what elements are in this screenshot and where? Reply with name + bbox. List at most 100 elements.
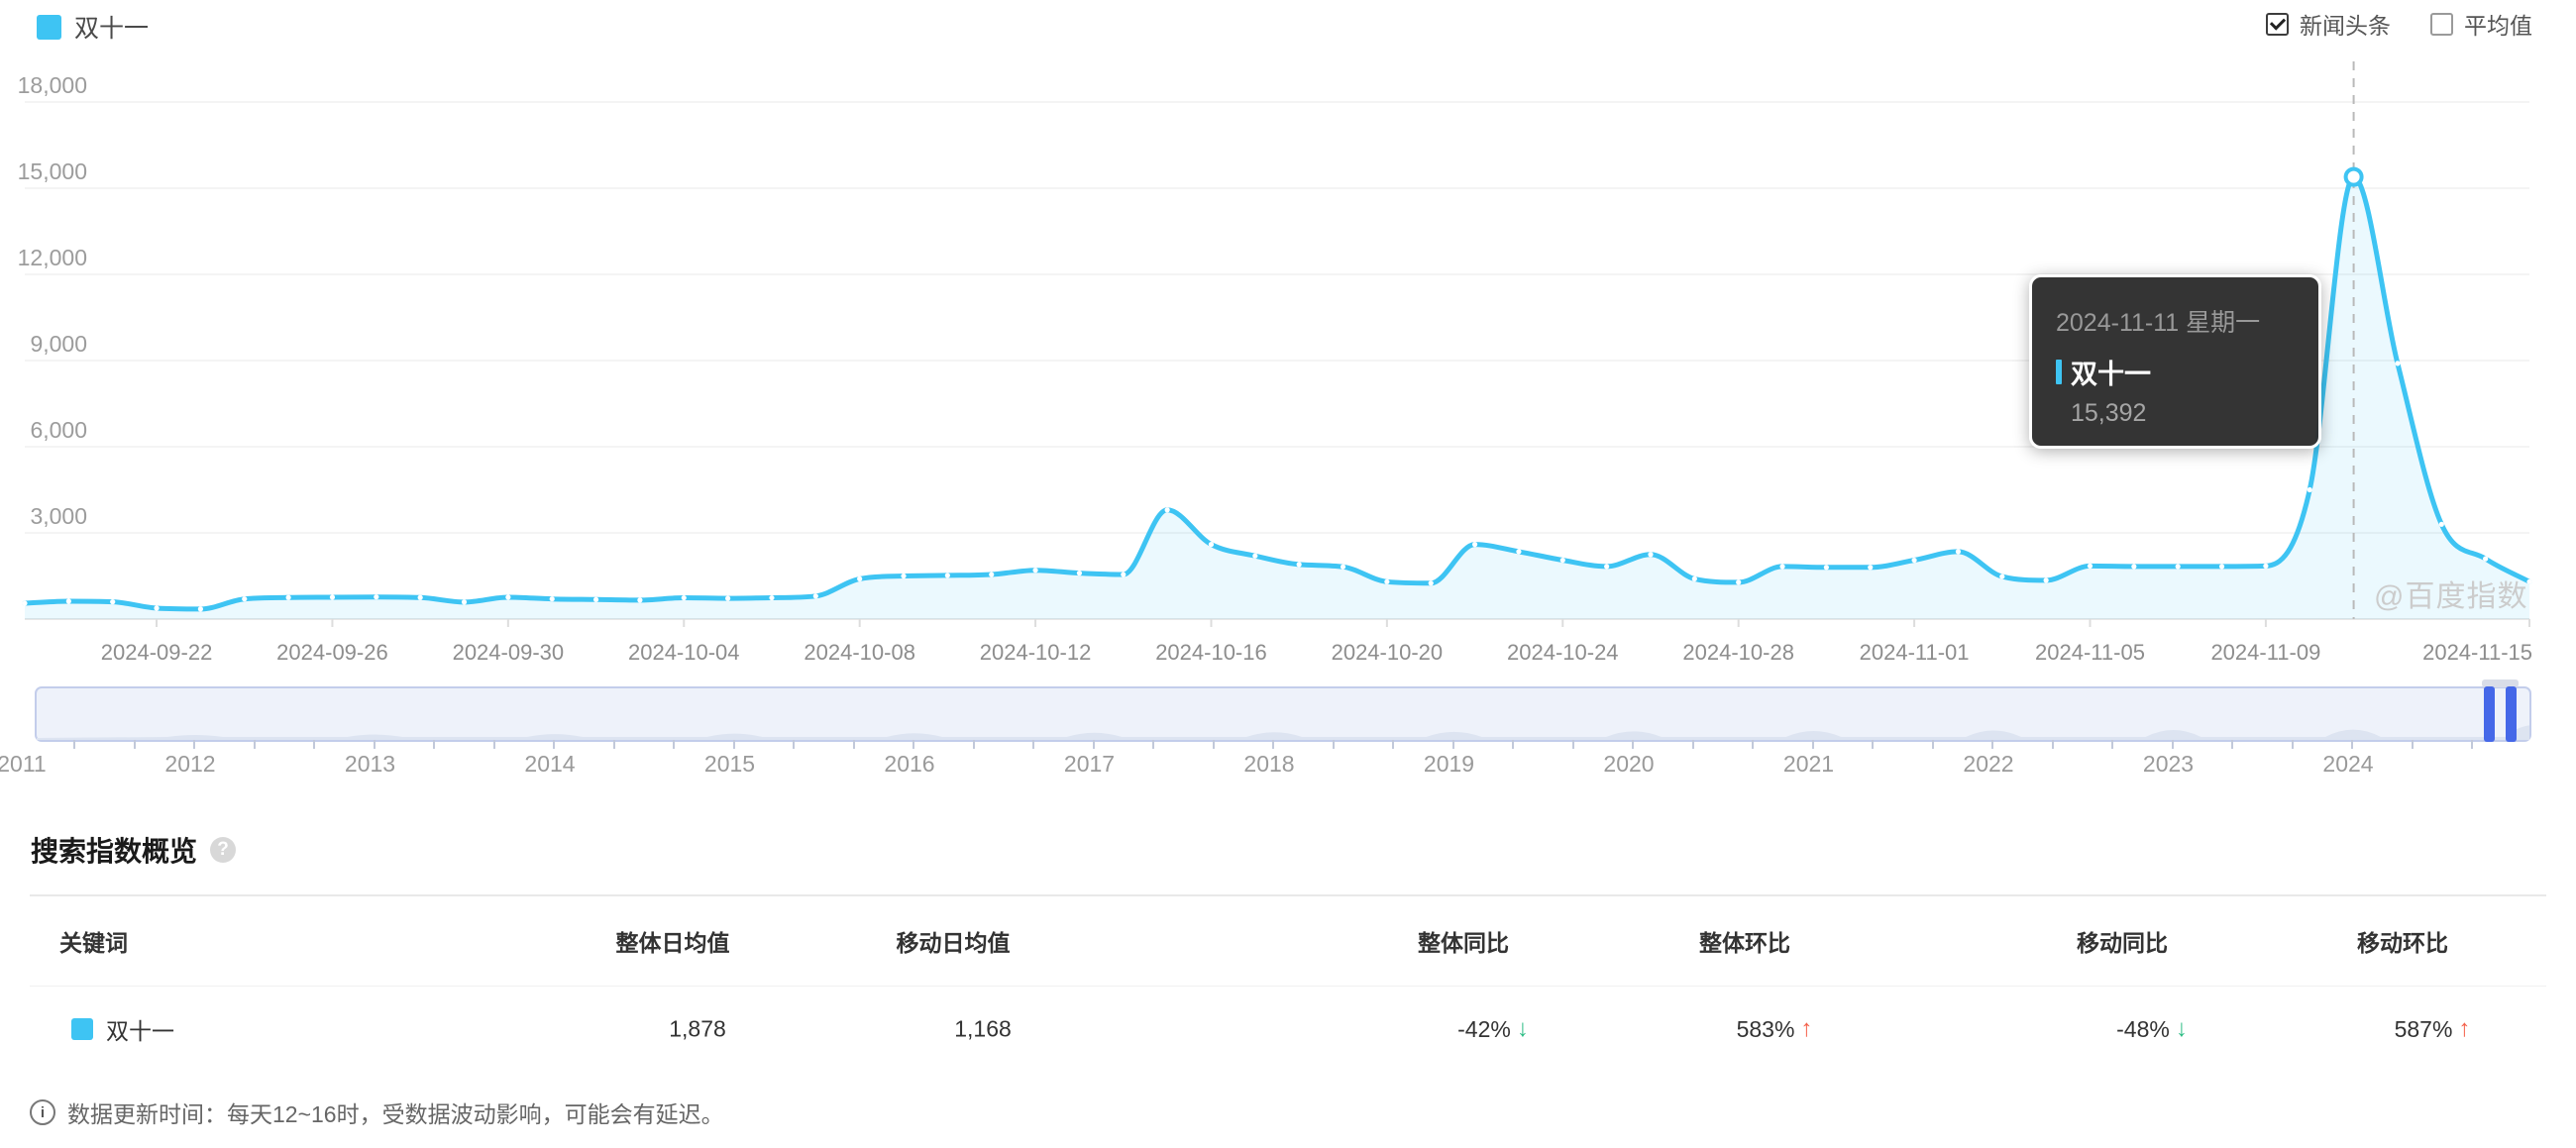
- y-axis-label: 3,000: [30, 503, 87, 529]
- slider-handle-right[interactable]: [2506, 686, 2517, 742]
- tooltip-date: 2024-11-11 星期一: [2056, 309, 2261, 337]
- x-axis-label: 2024-10-28: [1682, 640, 1794, 665]
- data-point: [1559, 557, 1565, 564]
- data-point: [549, 596, 555, 602]
- x-axis-label: 2024-11-15: [2422, 640, 2532, 665]
- data-point: [197, 606, 204, 612]
- year-label: 2024: [2322, 751, 2374, 777]
- data-point: [1823, 565, 1829, 571]
- data-point: [2263, 563, 2269, 569]
- col-keyword: 关键词: [59, 930, 128, 956]
- note-text: 数据更新时间：每天12~16时，受数据波动影响，可能会有延迟。: [67, 1101, 724, 1127]
- data-point: [1121, 572, 1127, 577]
- data-point: [812, 593, 818, 599]
- table-row[interactable]: 双十一 1,878 1,168 -42% ↓ 583% ↑ -48% ↓ 587% ↑: [30, 987, 2546, 1072]
- data-point: [285, 594, 291, 600]
- data-point: [2087, 563, 2093, 569]
- year-label: 2015: [703, 751, 756, 777]
- data-point: [1868, 565, 1874, 571]
- slider-year-axis: 2011 2012 2013 2014 2015 2016 2017 2018 2019 2020…: [0, 751, 2576, 781]
- year-label: 2023: [2142, 751, 2195, 777]
- data-point: [1384, 578, 1390, 584]
- help-icon[interactable]: ?: [210, 837, 237, 863]
- keyword-swatch: [71, 1018, 93, 1040]
- data-point: [592, 596, 599, 602]
- overall-daily-avg-value: 1,878: [669, 1015, 726, 1042]
- data-point: [2043, 577, 2049, 583]
- data-point: [1516, 549, 1522, 555]
- data-point: [681, 594, 687, 601]
- year-label: 2016: [884, 751, 935, 777]
- datazoom-slider[interactable]: [35, 679, 2531, 749]
- data-point: [1779, 564, 1785, 570]
- col-mobile-mom: 移动环比: [2357, 930, 2448, 956]
- data-point: [901, 573, 907, 579]
- col-overall-daily-avg: 整体日均值: [615, 930, 730, 956]
- data-point: [769, 594, 775, 601]
- x-axis-label: 2024-10-08: [804, 640, 915, 665]
- data-point: [2483, 556, 2489, 562]
- data-point: [1648, 552, 1654, 558]
- data-point: [1955, 549, 1962, 555]
- data-point: [1999, 574, 2005, 579]
- data-point: [1076, 571, 1083, 576]
- x-axis-label: 2024-09-22: [101, 640, 213, 665]
- data-point: [154, 605, 160, 611]
- x-axis-label: 2024-11-01: [1860, 640, 1970, 665]
- data-point: [1911, 557, 1917, 564]
- year-label: 2020: [1603, 751, 1655, 777]
- y-axis-label: 12,000: [18, 245, 87, 270]
- slider-data-shadow: [37, 725, 2529, 740]
- year-label: 2014: [524, 751, 576, 777]
- overview-table: 关键词 整体日均值 移动日均值 整体同比 整体环比 移动同比 移动环比 双十一 …: [30, 894, 2546, 1072]
- data-point: [989, 572, 995, 577]
- year-label: 2021: [1782, 751, 1835, 777]
- y-axis-label: 18,000: [18, 72, 87, 98]
- year-label: 2019: [1423, 751, 1475, 777]
- row-keyword: 双十一: [71, 1012, 174, 1046]
- overview-header: 搜索指数概览 ?: [31, 830, 237, 870]
- col-mobile-daily-avg: 移动日均值: [896, 930, 1011, 956]
- peak-marker[interactable]: [2343, 166, 2364, 187]
- data-point: [2175, 564, 2181, 570]
- data-point: [944, 573, 950, 578]
- data-point: [1296, 562, 1302, 568]
- table-header-row: 关键词 整体日均值 移动日均值 整体同比 整体环比 移动同比 移动环比: [30, 896, 2546, 986]
- year-label: 2012: [164, 751, 216, 777]
- data-point: [1604, 564, 1610, 570]
- data-point: [65, 598, 71, 604]
- data-point: [461, 599, 468, 605]
- data-point: [2307, 486, 2312, 493]
- data-point: [725, 595, 731, 601]
- x-axis-label: 2024-10-20: [1332, 640, 1444, 665]
- keyword-label: 双十一: [106, 1018, 174, 1044]
- watermark: @百度指数: [2374, 580, 2528, 613]
- data-point: [2131, 564, 2137, 570]
- data-point: [22, 600, 28, 606]
- year-label: 2013: [344, 751, 396, 777]
- overview-title: 搜索指数概览: [31, 836, 198, 867]
- data-point: [1691, 575, 1697, 582]
- info-icon: i: [30, 1099, 55, 1125]
- baidu-index-page: 双十一 新闻头条 平均值 18,000 15,000 12,000 9,000 6,00…: [0, 0, 2576, 1148]
- trend-down-icon: ↓: [1516, 1015, 1529, 1042]
- data-point: [329, 594, 336, 600]
- x-axis-label: 2024-10-12: [980, 640, 1092, 665]
- year-label: 2017: [1063, 751, 1116, 777]
- slider-handle-left[interactable]: [2484, 686, 2495, 742]
- y-axis-label: 15,000: [18, 158, 87, 184]
- data-point: [2438, 521, 2444, 527]
- data-point: [110, 599, 116, 605]
- overall-yoy-value: -42% ↓: [1457, 1015, 1529, 1042]
- data-point: [1164, 507, 1170, 513]
- trend-up-icon: ↑: [1800, 1015, 1813, 1042]
- y-axis-label: 6,000: [30, 417, 87, 443]
- data-point: [857, 575, 863, 582]
- y-axis-label: 9,000: [30, 331, 87, 357]
- x-axis-label: 2024-09-30: [453, 640, 565, 665]
- data-point: [1471, 542, 1478, 548]
- data-point: [417, 594, 423, 600]
- col-mobile-yoy: 移动同比: [2077, 930, 2168, 956]
- overall-mom-value: 583% ↑: [1736, 1015, 1813, 1042]
- data-point: [1032, 568, 1038, 574]
